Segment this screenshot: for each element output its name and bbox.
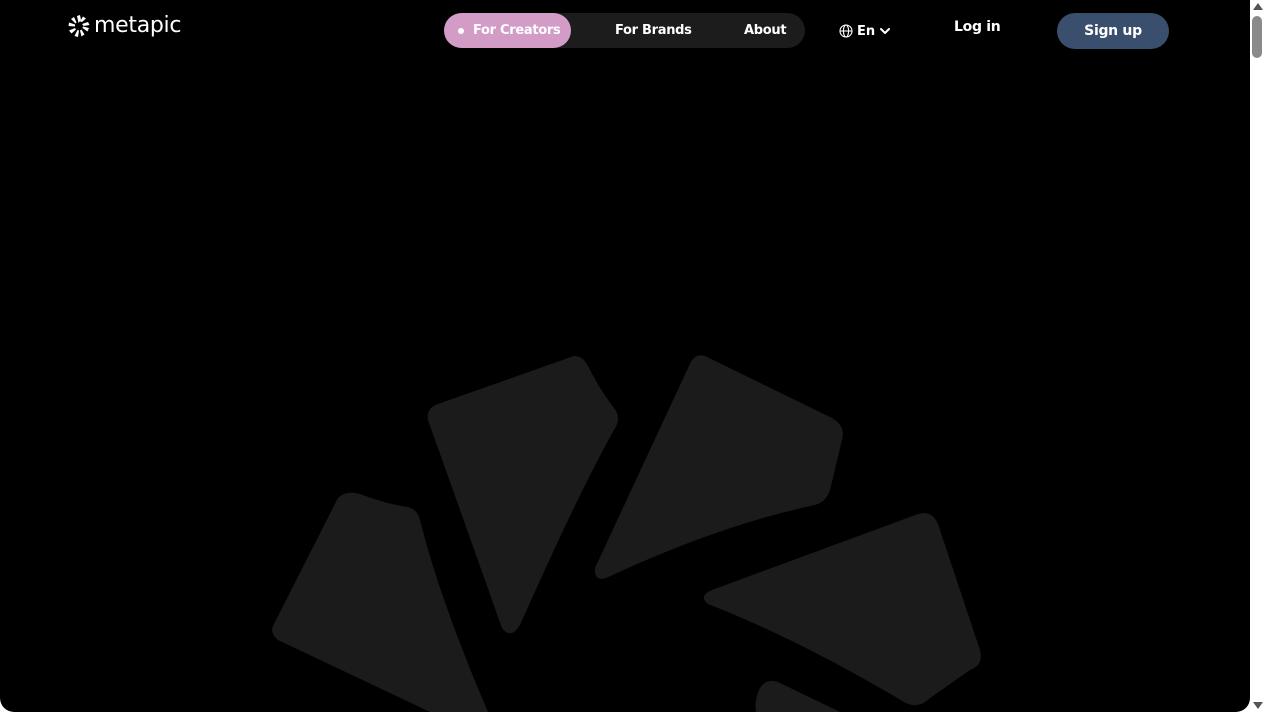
hero-petal-2 (594, 355, 843, 579)
logo-icon (68, 15, 90, 37)
vertical-scrollbar[interactable] (1250, 0, 1265, 712)
scroll-down-arrow-icon[interactable] (1253, 702, 1263, 709)
globe-icon (839, 24, 853, 38)
logo-text: metapic (94, 13, 182, 38)
login-link[interactable]: Log in (954, 19, 1001, 35)
language-selector[interactable]: En (839, 20, 891, 42)
nav-for-brands[interactable]: For Brands (615, 13, 692, 48)
signup-button[interactable]: Sign up (1057, 13, 1169, 49)
hero-petal-5 (755, 680, 840, 712)
main-nav: For Creators For Brands About (444, 13, 805, 48)
hero-petal-3 (703, 513, 981, 706)
metapic-logo[interactable]: metapic (67, 14, 181, 38)
nav-for-creators[interactable]: For Creators (444, 13, 571, 48)
active-indicator-dot (458, 28, 464, 34)
page: metapic For Creators For Brands About En… (0, 0, 1250, 712)
chevron-down-icon (880, 28, 891, 34)
language-current: En (857, 23, 876, 39)
hero-petal-1 (427, 356, 618, 634)
scrollbar-thumb[interactable] (1252, 16, 1262, 58)
nav-about[interactable]: About (744, 13, 787, 48)
nav-for-creators-label: For Creators (473, 23, 561, 38)
scroll-up-arrow-icon[interactable] (1253, 3, 1263, 10)
hero-petal-4 (272, 492, 488, 712)
hero-logo-graphic (272, 355, 981, 712)
